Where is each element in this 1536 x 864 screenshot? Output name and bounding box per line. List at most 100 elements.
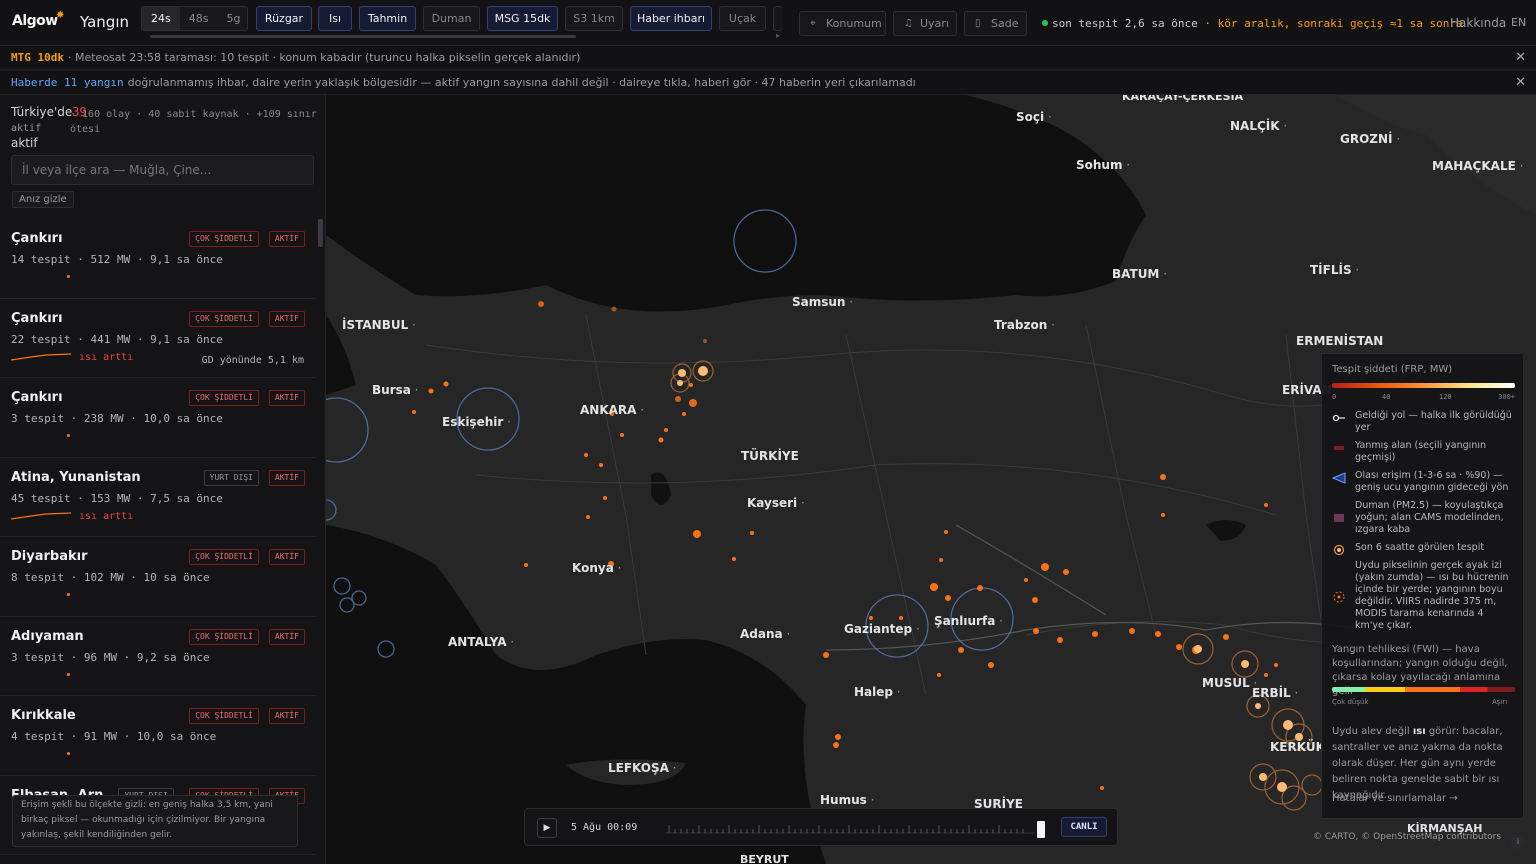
heat-trend: ısı arttı [10,352,133,363]
mtg-notice: MTG 10dk · Meteosat 23:58 taraması: 10 te… [0,46,1536,70]
layer-isi-button[interactable]: Isı [318,6,352,31]
fire-list-item[interactable]: Adıyaman 3 tespit · 96 MW · 9,2 sa önce AK… [0,617,316,696]
status-badge: ÇOK ŞİDDETLİ [189,628,259,645]
layer-ucak-button[interactable]: Uçak [719,6,766,31]
fwi-gradient [1332,687,1515,692]
map-label: TÜRKİYE [741,449,799,463]
layer-ruzgar-button[interactable]: Rüzgar [256,6,312,31]
play-button[interactable]: ▶ [537,818,557,838]
timeline: ▶ 5 Ağu 00:09 CANLI [524,808,1118,846]
scroll-right-icon[interactable]: ▸ [776,31,780,40]
map-label: Sohum [1076,158,1130,172]
trend-sparkline-icon [10,511,72,520]
map-label: Soçi [1016,110,1052,124]
logo-star-icon: ✸ [56,10,64,21]
time-range-5g[interactable]: 5g [217,7,249,30]
layer-tahmin-button[interactable]: Tahmin [359,6,416,31]
language-toggle[interactable]: EN [1511,16,1526,29]
fire-list: Çankırı 14 tespit · 512 MW · 9,1 sa önce A… [0,219,316,855]
notice-text[interactable]: doğrulanmamış ihbar, daire yerin yaklaşı… [128,76,916,89]
status-badge: ÇOK ŞİDDETLİ [189,310,259,327]
close-icon[interactable]: ✕ [1515,71,1526,95]
time-range-48s[interactable]: 48s [180,7,218,30]
heat-trend: ısı arttı [10,511,133,522]
map-label: Trabzon [994,318,1055,332]
bell-icon: ♫ [904,18,913,29]
fire-meta: 3 tespit · 238 MW · 10,0 sa önce [11,412,223,425]
fire-meta: 22 tespit · 441 MW · 9,1 sa önce [11,332,223,346]
reach-cone-icon [1332,472,1346,484]
status-badge: YURT DIŞI [203,469,259,486]
fire-list-item[interactable]: Çankırı 3 tespit · 238 MW · 10,0 sa önce A… [0,378,316,458]
map-label: Humus [820,793,874,807]
timeline-date: 5 Ağu 00:09 [571,822,638,833]
status-badge: AKTİF [268,231,305,247]
fwi-low: Çok düşük [1332,698,1369,706]
status-badge: AKTİF [268,549,305,565]
status-badge: ÇOK ŞİDDETLİ [189,549,259,565]
simple-mode-button[interactable]: ▯ Sade [964,11,1027,36]
fire-meta: 45 tespit · 153 MW · 7,5 sa önce [11,491,223,505]
map-label: NALÇİK [1230,119,1287,133]
close-icon[interactable]: ✕ [1515,46,1526,70]
burned-area-icon [1334,446,1344,450]
fire-list-item[interactable]: Atina, Yunanistan 45 tespit · 153 MW · 7,… [0,458,316,537]
news-notice: Haberde 11 yangın doğrulanmamış ihbar, da… [0,71,1536,95]
status-badge: ÇOK ŞİDDETLİ [189,390,259,406]
fire-list-item[interactable]: Kırıkkale 4 tespit · 91 MW · 10,0 sa önce… [0,696,316,776]
app-logo[interactable]: Algow ✸ [12,10,64,29]
layer-haber-button[interactable]: Haber ihbarı [630,6,712,31]
fire-meta: 3 tespit · 96 MW · 9,2 sa önce [11,650,210,664]
layer-overflow-button[interactable] [773,6,783,31]
layer-duman-button[interactable]: Duman [423,6,480,31]
timeline-track[interactable] [665,823,1035,835]
toolbar-scrollbar[interactable] [150,35,576,38]
map-label: Halep [854,685,901,699]
path-arrow-icon [1332,414,1345,422]
fire-location: Çankırı [11,390,63,405]
map-label: Adana [740,627,790,641]
notice-tag: Haberde 11 yangın [11,76,124,89]
crosshair-icon: ⌖ [810,18,816,29]
fire-map[interactable]: KARAÇAY-ÇERKESİA Soçi NALÇİK GROZNİ MAHA… [326,95,1536,864]
layer-msg-button[interactable]: MSG 15dk [487,6,558,31]
legend-note: Uydu alev değil ısı görür: bacalar, sant… [1332,726,1503,801]
map-attribution[interactable]: © CARTO, © OpenStreetMap contributors [1313,832,1513,842]
layer-s3-button[interactable]: S3 1km [565,6,623,31]
legend-title: Tespit şiddeti (FRP, MW) [1332,364,1453,375]
limitations-link[interactable]: Hatalar ve sınırlamalar → [1332,793,1458,805]
status-badge: AKTİF [268,310,305,327]
hide-stubble-button[interactable]: Anız gizle [12,191,74,208]
about-link[interactable]: Hakkında [1450,16,1506,30]
smoke-icon [1334,514,1344,522]
detection-status: son tespit 2,6 sa önce · kör aralık, son… [1042,17,1463,30]
my-location-button[interactable]: ⌖ Konumum [799,11,886,36]
map-label: MAHAÇKALE [1432,159,1523,173]
fire-location: Atina, Yunanistan [11,469,141,485]
app-title: Yangın [80,13,129,31]
fire-list-item[interactable]: Çankırı 22 tespit · 441 MW · 9,1 sa önce A… [0,299,316,378]
map-label: Şanlıurfa [934,614,1003,628]
live-dot-icon [1042,20,1048,26]
alert-button[interactable]: ♫ Uyarı [893,11,957,36]
fire-location: Adıyaman [11,628,84,644]
search-input[interactable]: İl veya ilçe ara — Muğla, Çine... [11,155,314,185]
fire-meta: 8 tespit · 102 MW · 10 sa önce [11,571,210,584]
sidebar-scrollbar[interactable] [318,219,323,247]
live-button[interactable]: CANLI [1061,817,1107,837]
map-label: GROZNİ [1340,132,1400,146]
severity-pip-icon [67,672,70,676]
top-bar: Algow ✸ Yangın 24s 48s 5g Rüzgar Isı Tahm… [0,0,1536,46]
status-badge: AKTİF [268,628,305,645]
status-badge: AKTİF [268,469,305,486]
fire-location: Çankırı [11,231,63,246]
map-label: BEYRUT [740,853,789,864]
map-label: Bursa [372,383,419,397]
fire-list-item[interactable]: Diyarbakır 8 tespit · 102 MW · 10 sa önce… [0,537,316,617]
info-icon[interactable]: i [1511,835,1525,849]
fire-list-item[interactable]: Çankırı 14 tespit · 512 MW · 9,1 sa önce A… [0,219,316,299]
timeline-handle[interactable] [1037,821,1046,838]
map-legend: Tespit şiddeti (FRP, MW) 0 40 120 300+ G… [1321,353,1524,819]
time-range-24s[interactable]: 24s [142,7,180,30]
map-label: KARAÇAY-ÇERKESİA [1122,95,1244,103]
